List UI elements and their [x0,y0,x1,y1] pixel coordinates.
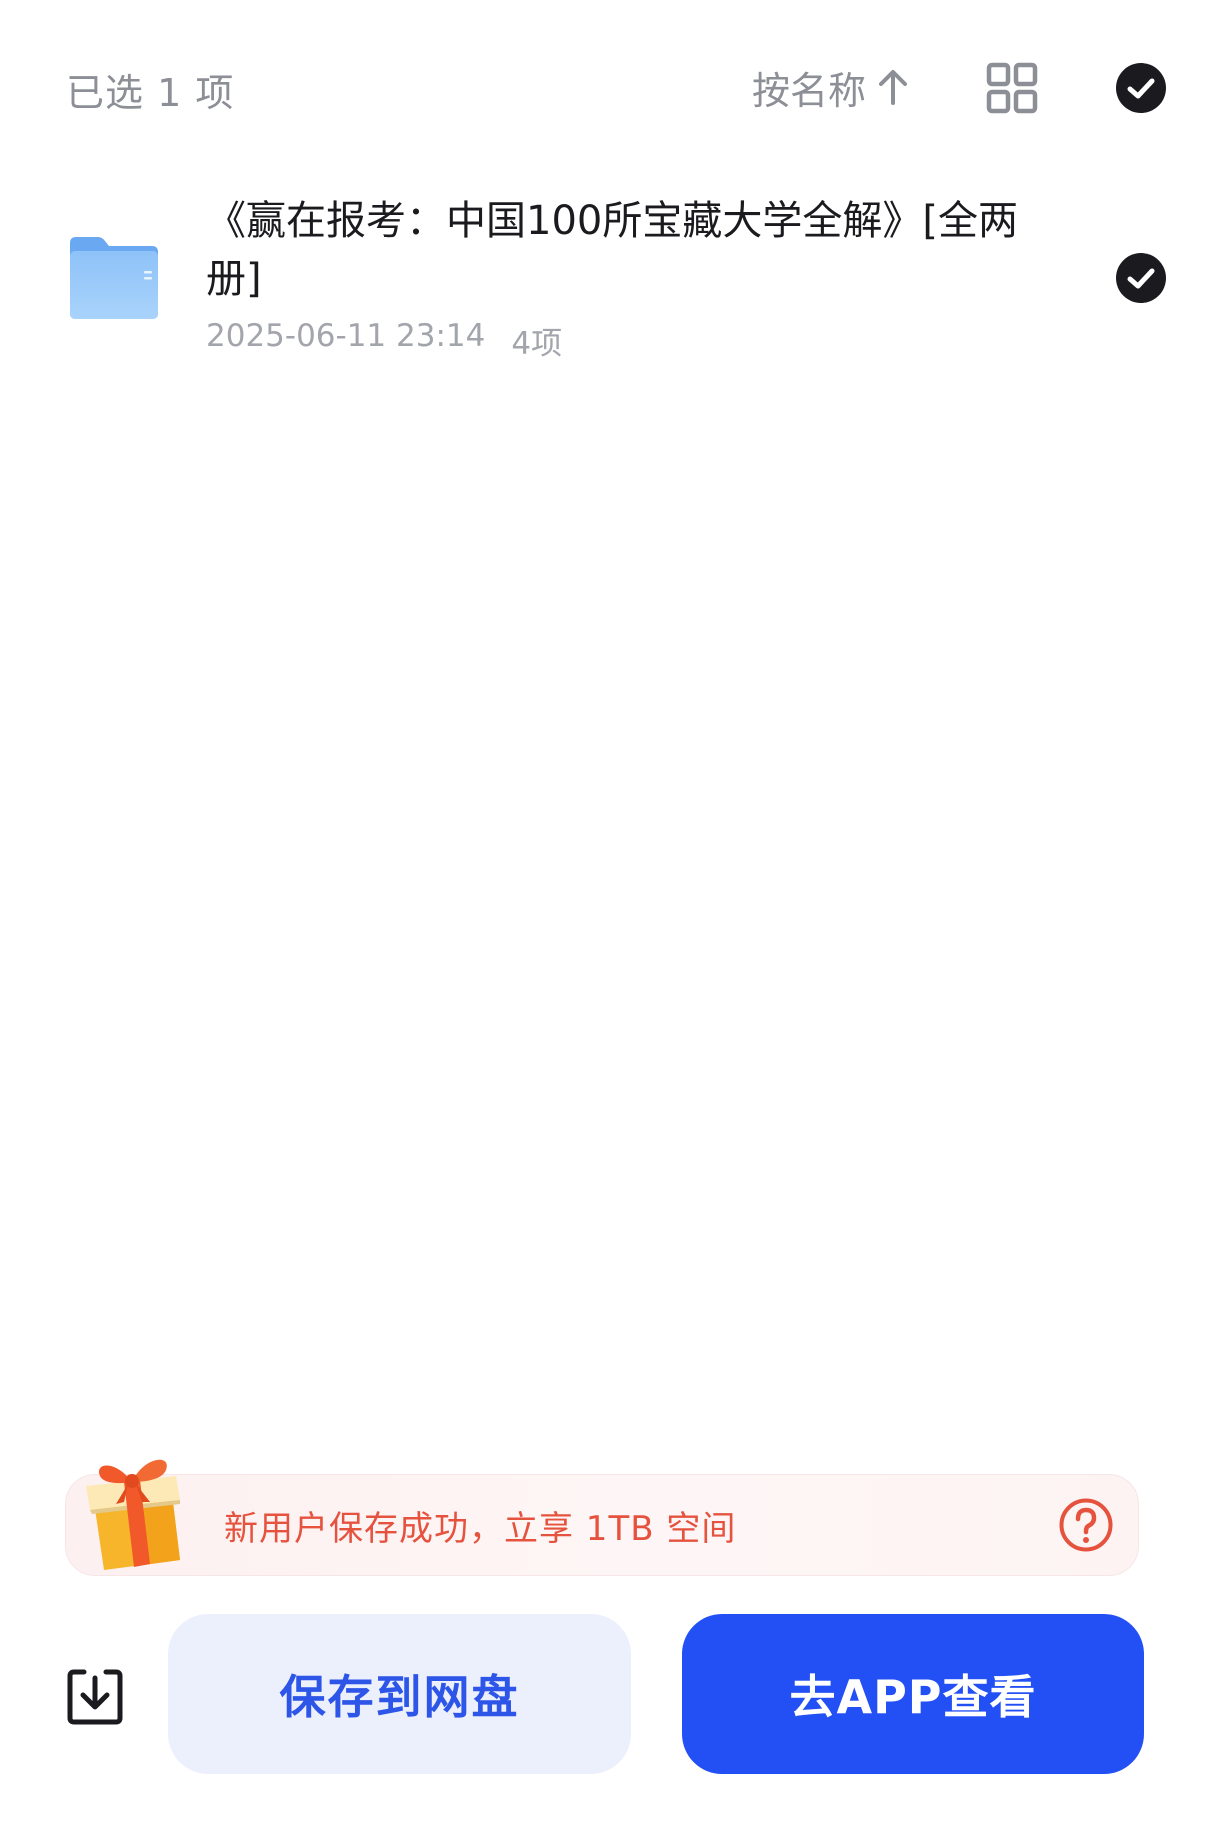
download-icon[interactable] [66,1668,124,1726]
file-modified-time: 2025-06-11 23:14 [206,318,486,354]
file-meta: 2025-06-11 23:14 4项 [206,318,562,363]
bottom-safe-area [0,1800,1206,1848]
file-name: 《赢在报考：中国100所宝藏大学全解》[全两册] [206,198,1018,302]
open-in-app-button[interactable]: 去APP查看 [682,1614,1144,1774]
save-to-cloud-button[interactable]: 保存到网盘 [168,1614,631,1774]
select-all-check-icon[interactable] [1115,62,1167,114]
gift-icon [86,1459,180,1570]
folder-icon [70,237,158,319]
file-item-count: 4项 [511,326,563,362]
sort-by-name-button[interactable]: 按名称 [752,62,910,113]
promo-text: 新用户保存成功，立享 1TB 空间 [224,1509,737,1549]
sort-label: 按名称 [752,68,867,113]
selected-count-label: 已选 1 项 [66,71,235,115]
question-circle-icon[interactable] [1058,1497,1114,1553]
grid-icon[interactable] [986,62,1038,114]
file-list-item[interactable]: 《赢在报考：中国100所宝藏大学全解》[全两册] 2025-06-11 23:1… [0,180,1206,370]
arrow-up-icon [879,70,908,105]
selection-header: 已选 1 项 按名称 [0,0,1206,180]
file-selected-check-icon[interactable] [1115,252,1167,304]
